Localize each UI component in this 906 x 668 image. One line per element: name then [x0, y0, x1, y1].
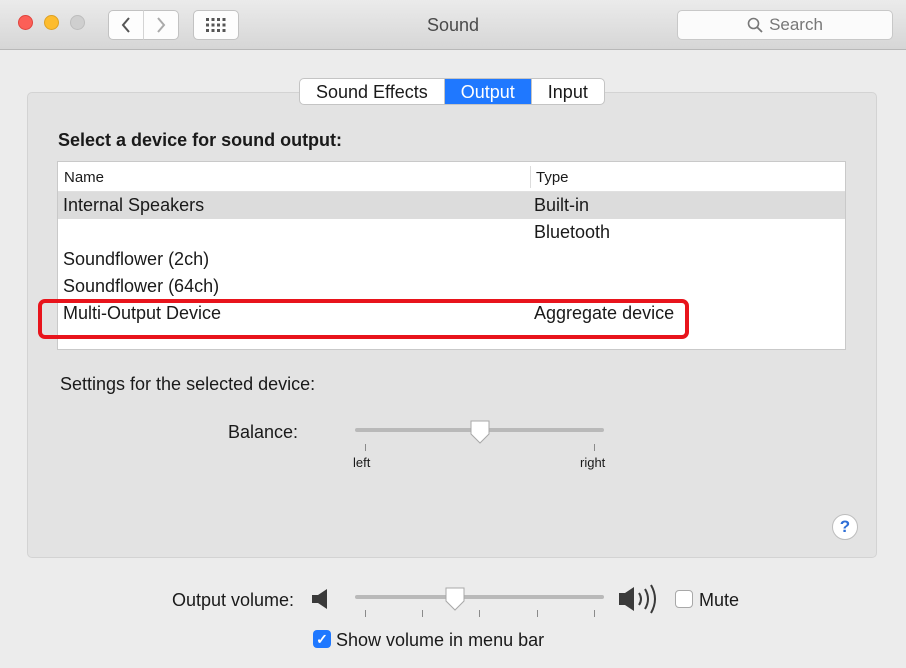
balance-tick-right: [594, 444, 595, 451]
volume-tick: [537, 610, 538, 617]
volume-tick: [422, 610, 423, 617]
volume-tick: [594, 610, 595, 617]
search-field[interactable]: Search: [677, 10, 893, 40]
speaker-high-icon: [619, 584, 656, 614]
table-header: Name Type: [58, 162, 845, 192]
balance-left-label: left: [353, 455, 371, 470]
settings-label: Settings for the selected device:: [60, 374, 316, 394]
tab-sound-effects[interactable]: Sound Effects: [300, 79, 444, 104]
table-row[interactable]: Soundflower (2ch): [58, 246, 845, 273]
table-row[interactable]: Soundflower (64ch): [58, 273, 845, 300]
balance-label: Balance:: [228, 422, 299, 442]
balance-tick-left: [365, 444, 366, 451]
balance-slider-knob[interactable]: [469, 420, 491, 444]
tab-output[interactable]: Output: [443, 79, 531, 104]
output-volume-label: Output volume:: [172, 590, 295, 610]
volume-slider-track[interactable]: [355, 595, 604, 599]
mute-checkbox[interactable]: [675, 590, 693, 608]
show-volume-label: Show volume in menu bar: [336, 630, 545, 650]
column-divider: [530, 166, 531, 188]
search-icon: [747, 17, 763, 33]
column-header-name[interactable]: Name: [64, 169, 104, 186]
title-bar: Sound Search: [0, 0, 906, 50]
table-row[interactable]: Internal Speakers Built-in: [58, 192, 845, 219]
device-type: Built-in: [534, 195, 590, 215]
volume-slider-knob[interactable]: [444, 587, 466, 611]
column-header-type[interactable]: Type: [536, 169, 569, 186]
volume-tick: [365, 610, 366, 617]
tab-input[interactable]: Input: [530, 79, 604, 104]
speaker-low-icon: [312, 589, 327, 609]
device-type: Bluetooth: [534, 222, 611, 242]
device-name: Internal Speakers: [63, 195, 205, 215]
show-volume-checkbox[interactable]: ✓: [313, 630, 331, 648]
device-name: Soundflower (64ch): [63, 276, 220, 296]
balance-right-label: right: [580, 455, 606, 470]
device-name: Soundflower (2ch): [63, 249, 210, 269]
help-icon: ?: [839, 517, 851, 536]
table-row[interactable]: Bluetooth: [58, 219, 845, 246]
search-placeholder: Search: [769, 15, 823, 34]
help-button[interactable]: ?: [832, 514, 858, 540]
mute-label: Mute: [699, 590, 740, 610]
highlight-annotation: [38, 299, 689, 339]
volume-tick: [479, 610, 480, 617]
tab-bar: Sound Effects Output Input: [299, 78, 605, 105]
device-list-heading: Select a device for sound output:: [58, 130, 343, 150]
checkmark-icon: ✓: [316, 630, 328, 647]
